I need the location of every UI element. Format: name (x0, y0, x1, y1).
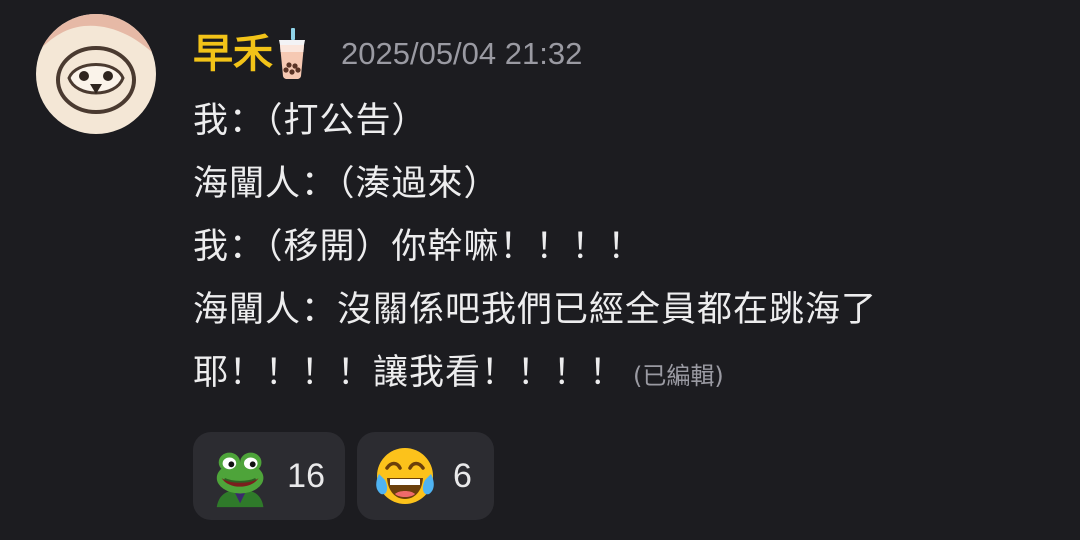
penguin-avatar-icon (36, 14, 156, 134)
frog-emoji-icon (216, 452, 264, 508)
message-timestamp: 2025/05/04 21:32 (341, 36, 583, 71)
message-line-last: 耶！！！！讓我看！！！！ (已編輯) (193, 342, 1053, 405)
reaction-count: 6 (453, 456, 472, 495)
face-with-tears-of-joy-icon (376, 448, 434, 504)
message-header: 早禾 2025/05/04 21:32 (193, 24, 582, 84)
avatar[interactable] (36, 14, 156, 134)
message-line-text: 耶！！！！讓我看！！！！ (193, 353, 626, 393)
message-line: 我：（移開）你幹嘛！！！！ (193, 227, 644, 267)
edited-label: (已編輯) (633, 362, 724, 390)
username[interactable]: 早禾 (193, 24, 273, 84)
reaction-joy-button[interactable]: 6 (357, 432, 494, 520)
message-line: 我：（打公告） (193, 101, 428, 141)
message-line: 海闡人：（湊過來） (193, 164, 500, 204)
bubble-tea-icon (275, 28, 309, 80)
message-body: 我：（打公告） 海闡人：（湊過來） 我：（移開）你幹嘛！！！！ 海闡人：沒關係吧… (193, 90, 1053, 405)
reactions-bar: 16 6 (193, 432, 494, 520)
message-line: 海闡人：沒關係吧我們已經全員都在跳海了 (193, 290, 878, 330)
reaction-count: 16 (287, 456, 325, 495)
reaction-frog-button[interactable]: 16 (193, 432, 345, 520)
